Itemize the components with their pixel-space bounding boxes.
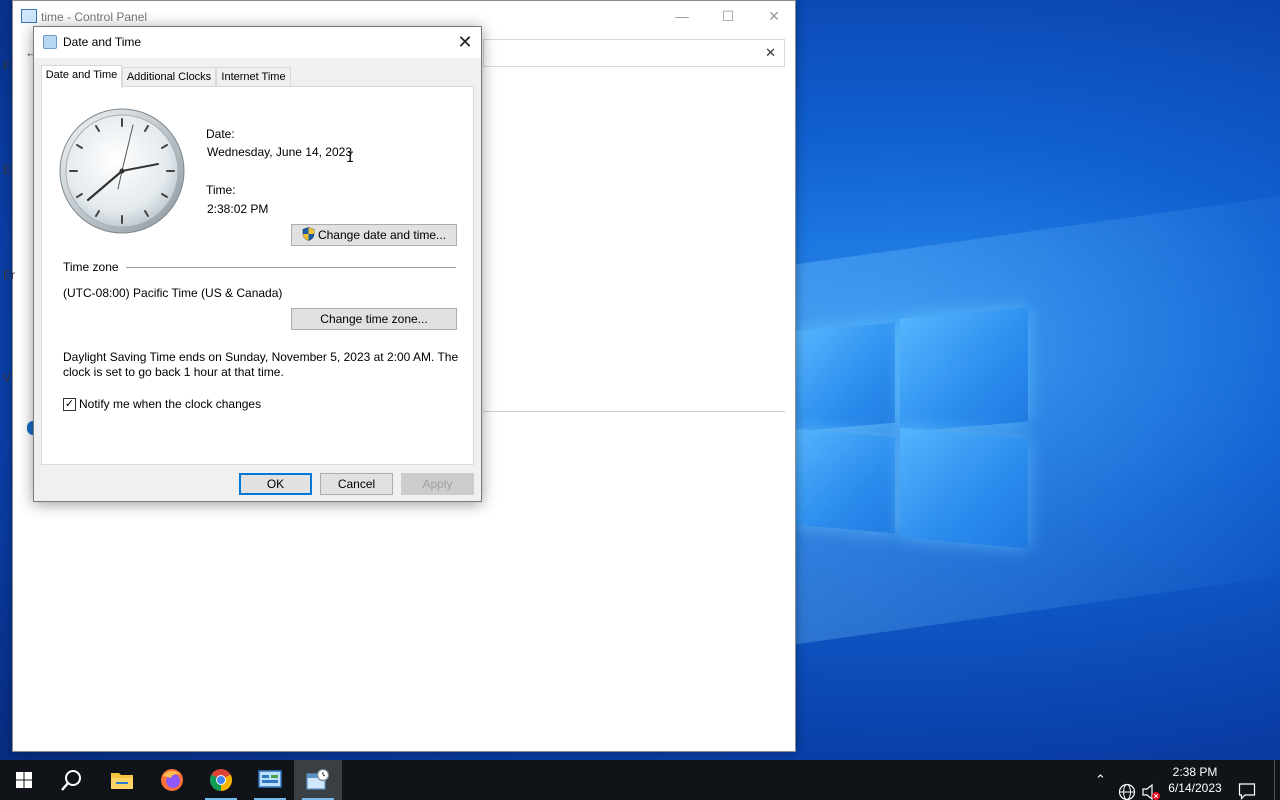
minimize-icon[interactable]: —	[659, 1, 705, 31]
control-panel-title: time - Control Panel	[41, 10, 148, 24]
cancel-button[interactable]: Cancel	[320, 473, 393, 495]
dst-info-line2: clock is set to go back 1 hour at that t…	[63, 365, 284, 379]
tab-internet-time[interactable]: Internet Time	[216, 67, 291, 87]
taskbar-time: 2:38 PM	[1172, 765, 1218, 779]
change-date-time-button[interactable]: Change date and time...	[291, 224, 457, 246]
volume-muted-icon[interactable]	[1141, 772, 1161, 800]
notify-checkbox-label[interactable]: Notify me when the clock changes	[79, 397, 261, 411]
tab-additional-clocks[interactable]: Additional Clocks	[122, 67, 216, 87]
chevron-up-icon[interactable]: ⌃	[1095, 772, 1106, 800]
date-time-dialog: Date and Time ✕ Date and Time Additional…	[33, 26, 482, 502]
close-icon[interactable]: ✕	[751, 1, 797, 31]
control-panel-icon	[258, 770, 282, 788]
show-desktop-button[interactable]	[1274, 760, 1275, 800]
date-time-button[interactable]	[294, 760, 342, 800]
timezone-header: Time zone	[63, 260, 119, 274]
taskbar-clock[interactable]: 2:38 PM 6/14/2023	[1162, 764, 1228, 796]
control-panel-icon	[21, 9, 37, 23]
dialog-titlebar: Date and Time ✕	[34, 27, 481, 58]
analog-clock-icon	[59, 108, 185, 234]
apply-button[interactable]: Apply	[401, 473, 474, 495]
maximize-icon[interactable]: ☐	[705, 1, 751, 31]
timezone-separator	[126, 267, 456, 268]
notify-checkbox[interactable]: ✓	[63, 398, 76, 411]
tab-panel: Date: Wednesday, June 14, 2023 Time: 2:3…	[41, 86, 474, 465]
uac-shield-icon	[302, 227, 315, 241]
tab-date-and-time[interactable]: Date and Time	[41, 65, 122, 88]
edge-text: Er	[3, 268, 15, 282]
timezone-value: (UTC-08:00) Pacific Time (US & Canada)	[63, 286, 283, 300]
date-time-icon	[43, 35, 57, 49]
search-button[interactable]	[48, 760, 96, 800]
edge-text: E	[3, 163, 12, 177]
windows-logo	[795, 305, 1030, 550]
close-icon[interactable]: ✕	[449, 27, 481, 58]
control-panel-button[interactable]	[246, 760, 294, 800]
change-time-zone-button[interactable]: Change time zone...	[291, 308, 457, 330]
taskbar-date: 6/14/2023	[1168, 781, 1222, 795]
date-value: Wednesday, June 14, 2023	[207, 145, 352, 159]
edge-text: V	[3, 371, 12, 385]
file-explorer-icon	[111, 773, 133, 789]
ok-button[interactable]: OK	[239, 473, 312, 495]
divider	[483, 411, 785, 412]
start-icon	[16, 772, 32, 788]
change-date-time-label: Change date and time...	[317, 228, 447, 242]
notification-icon[interactable]	[1238, 771, 1256, 800]
text-cursor-icon: I	[346, 150, 355, 166]
chrome-button[interactable]	[197, 760, 245, 800]
chrome-icon	[210, 769, 232, 791]
start-button[interactable]	[0, 760, 48, 800]
file-explorer-button[interactable]	[98, 760, 146, 800]
search-input[interactable]: ✕	[483, 39, 785, 67]
network-globe-icon[interactable]	[1118, 772, 1136, 800]
time-value: 2:38:02 PM	[207, 202, 269, 216]
firefox-button[interactable]	[148, 760, 196, 800]
search-icon	[61, 770, 81, 791]
date-label: Date:	[206, 127, 235, 141]
time-label: Time:	[206, 183, 236, 197]
date-time-icon	[306, 769, 330, 790]
dialog-title: Date and Time	[63, 35, 142, 49]
firefox-icon	[161, 769, 183, 791]
edge-text: F	[3, 59, 11, 73]
clear-search-icon[interactable]: ✕	[765, 45, 776, 61]
taskbar: ⌃ 2:38 PM 6/14/2023	[0, 760, 1280, 800]
dst-info-line1: Daylight Saving Time ends on Sunday, Nov…	[63, 350, 459, 364]
